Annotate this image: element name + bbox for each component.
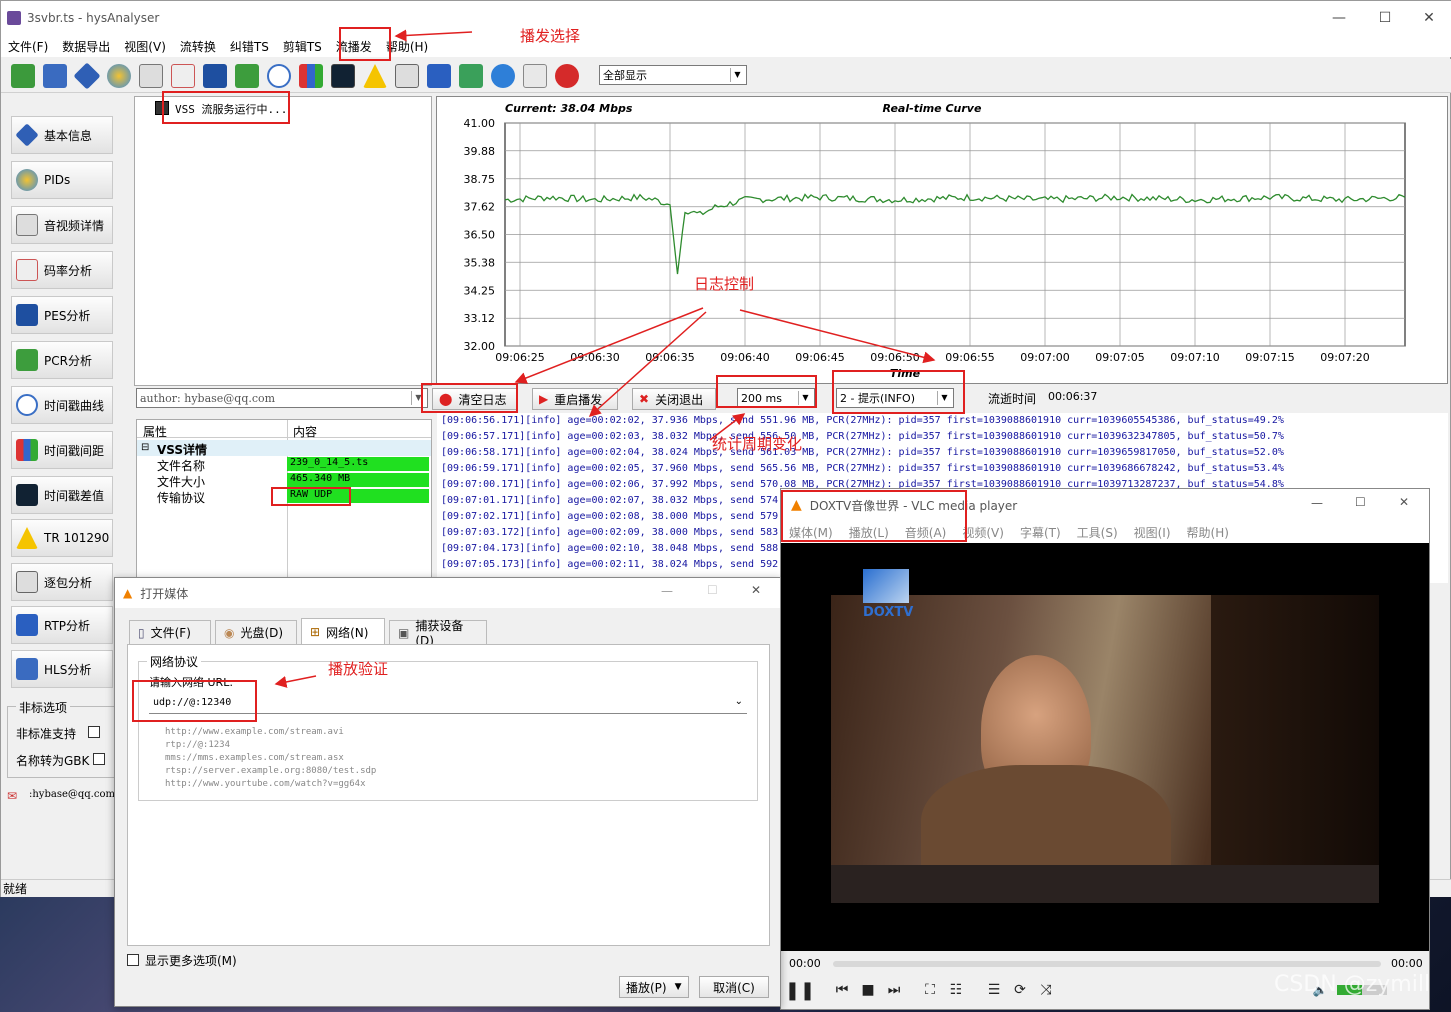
annotation-log-control: 日志控制 bbox=[694, 275, 755, 293]
annotation-broadcast-select: 播发选择 bbox=[520, 27, 581, 45]
annotation-arrows bbox=[274, 29, 936, 688]
annotation-period-change: 统计周期变化 bbox=[712, 435, 803, 453]
annotation-play-verify: 播放验证 bbox=[328, 660, 389, 678]
watermark: CSDN @zymill bbox=[1274, 972, 1431, 997]
